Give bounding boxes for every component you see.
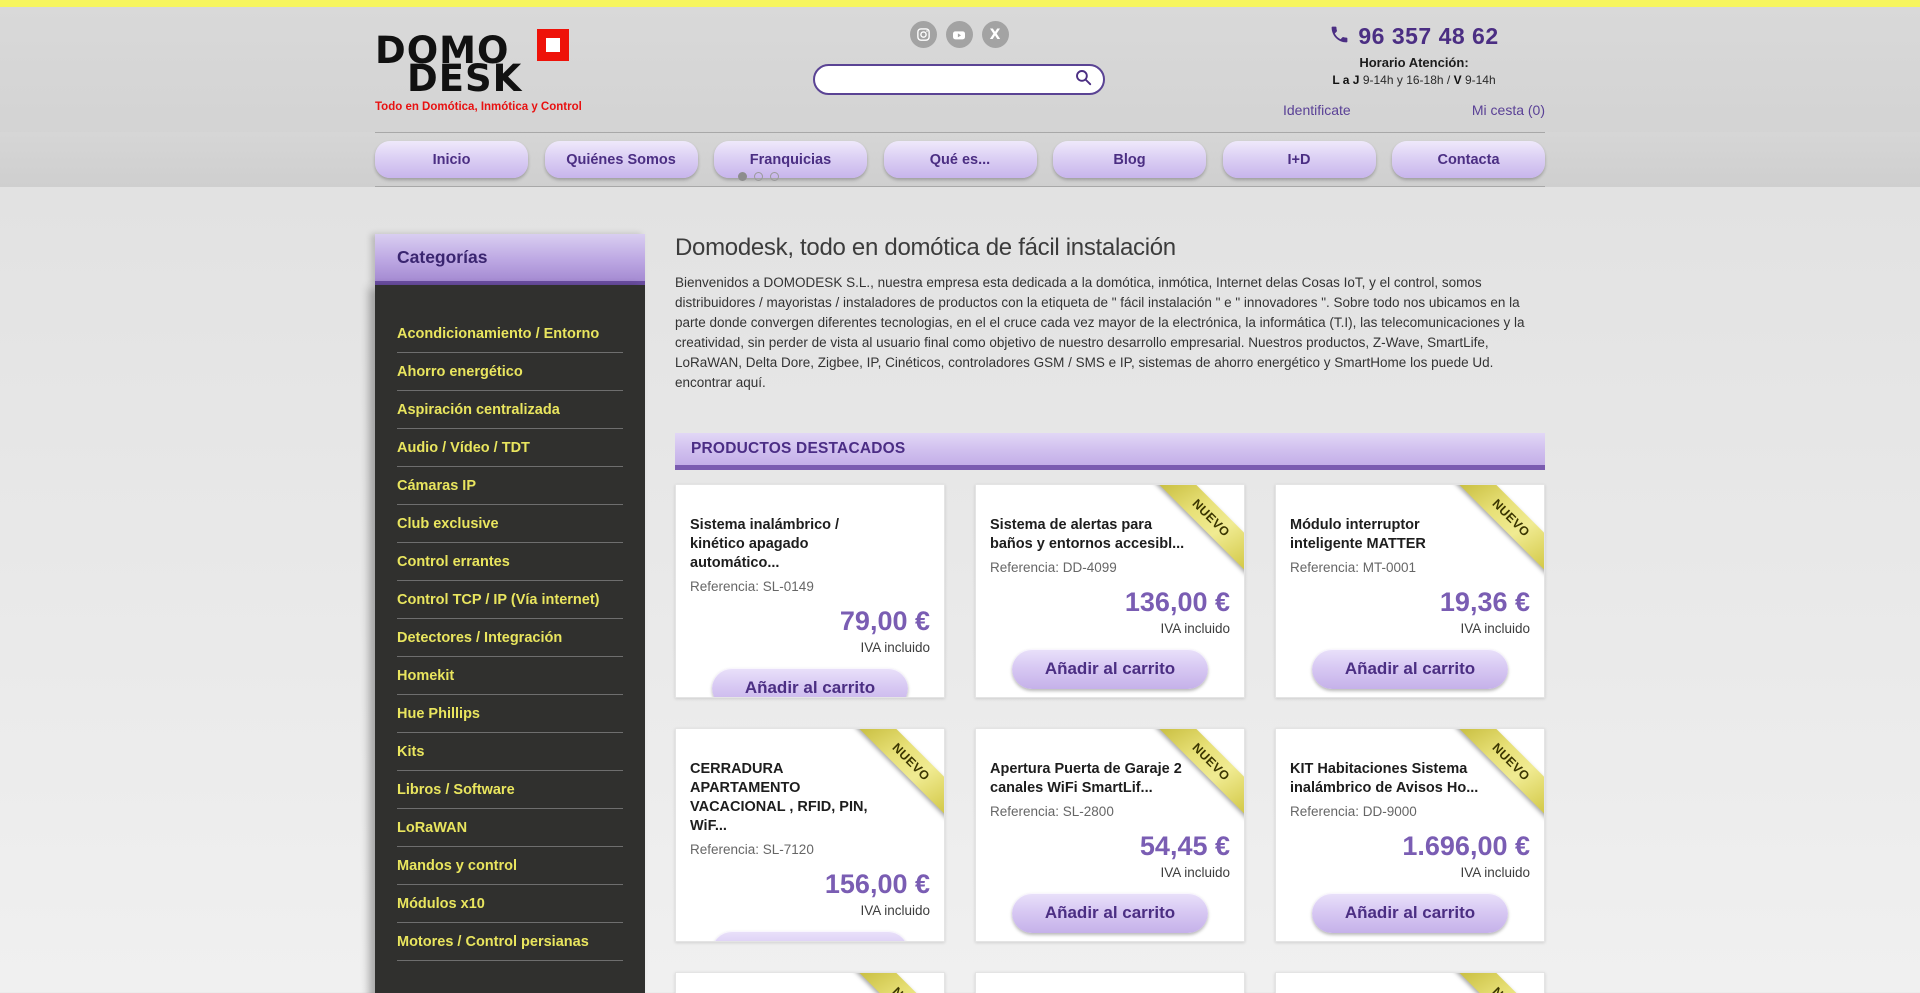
carousel-dot-2[interactable] (754, 172, 763, 181)
product-reference: Referencia: SL-2800 (990, 804, 1230, 819)
category-item[interactable]: Módulos x10 (397, 885, 623, 923)
add-to-cart-button[interactable]: Añadir al carrito (712, 668, 908, 698)
hours-label: Horario Atención: (1283, 55, 1545, 70)
add-to-cart-button[interactable]: Añadir al carrito (1012, 893, 1208, 933)
category-item[interactable]: Control errantes (397, 543, 623, 581)
main-navigation: Inicio Quiénes Somos Franquicias Qué es.… (0, 132, 1920, 187)
category-item[interactable]: Hue Phillips (397, 695, 623, 733)
nav-item-que-es[interactable]: Qué es... (884, 141, 1037, 178)
category-item[interactable]: Control TCP / IP (Vía internet) (397, 581, 623, 619)
x-icon[interactable]: X (982, 21, 1009, 48)
identify-link[interactable]: Identificate (1283, 102, 1351, 118)
nav-item-quienes-somos[interactable]: Quiénes Somos (545, 141, 698, 178)
top-accent-bar (0, 0, 1920, 7)
product-card: Sistema inalámbrico / kinético apagado a… (675, 484, 945, 698)
category-item[interactable]: Libros / Software (397, 771, 623, 809)
add-to-cart-button[interactable]: Añadir al carrito (1312, 893, 1508, 933)
product-card: NUEVO CERRADURA APARTAMENTO VACACIONAL ,… (675, 728, 945, 942)
add-to-cart-button[interactable]: Añadir al carrito (1012, 649, 1208, 689)
product-grid: Sistema inalámbrico / kinético apagado a… (675, 484, 1545, 993)
category-item[interactable]: Mandos y control (397, 847, 623, 885)
category-item[interactable]: Audio / Vídeo / TDT (397, 429, 623, 467)
phone-number: 96 357 48 62 (1358, 23, 1498, 50)
category-item[interactable]: Cámaras IP (397, 467, 623, 505)
product-title[interactable]: Sistema inalámbrico / kinético apagado a… (690, 516, 890, 573)
logo-tagline: Todo en Domótica, Inmótica y Control (375, 101, 635, 113)
nuevo-ribbon: NUEVO (1449, 972, 1545, 993)
youtube-icon[interactable] (946, 21, 973, 48)
nav-item-franquicias[interactable]: Franquicias (714, 141, 867, 178)
nav-item-contacta[interactable]: Contacta (1392, 141, 1545, 178)
page-title: Domodesk, todo en domótica de fácil inst… (675, 234, 1545, 262)
nav-item-inicio[interactable]: Inicio (375, 141, 528, 178)
carousel-dots (738, 172, 779, 181)
category-item[interactable]: Ahorro energético (397, 353, 623, 391)
cart-link[interactable]: Mi cesta (0) (1472, 102, 1545, 118)
add-to-cart-button[interactable]: Añadir al carrito (1312, 649, 1508, 689)
category-item[interactable]: Aspiración centralizada (397, 391, 623, 429)
phone-icon (1329, 24, 1350, 50)
product-reference: Referencia: MT-0001 (1290, 560, 1530, 575)
product-card: NUEVO Apertura Puerta de Garaje 2 canale… (975, 728, 1245, 942)
categories-header: Categorías (375, 234, 645, 285)
search-bar (813, 64, 1105, 95)
nav-item-id[interactable]: I+D (1223, 141, 1376, 178)
product-price: 54,45 € (990, 831, 1230, 862)
product-reference: Referencia: SL-0149 (690, 579, 930, 594)
product-price: 1.696,00 € (1290, 831, 1530, 862)
category-item[interactable]: Motores / Control persianas (397, 923, 623, 961)
product-card: NUEVO Módulo interruptor inteligente MAT… (1275, 484, 1545, 698)
add-to-cart-button[interactable]: Añadir al carrito (712, 931, 908, 942)
header: DOMO DESK Todo en Domótica, Inmótica y C… (0, 7, 1920, 187)
product-reference: Referencia: DD-9000 (1290, 804, 1530, 819)
vat-note: IVA incluido (690, 903, 930, 918)
product-reference: Referencia: DD-4099 (990, 560, 1230, 575)
social-links: X (910, 21, 1009, 48)
product-card (975, 972, 1245, 993)
phone-block: 96 357 48 62 (1283, 23, 1545, 50)
category-item[interactable]: Acondicionamiento / Entorno (397, 315, 623, 353)
product-title[interactable]: Módulo interruptor inteligente MATTER (1290, 516, 1490, 554)
categories-sidebar: Categorías Acondicionamiento / Entorno A… (375, 234, 645, 993)
category-item[interactable]: Detectores / Integración (397, 619, 623, 657)
product-price: 19,36 € (1290, 587, 1530, 618)
search-input[interactable] (829, 72, 1074, 87)
category-item[interactable]: LoRaWAN (397, 809, 623, 847)
category-item[interactable]: Homekit (397, 657, 623, 695)
product-price: 156,00 € (690, 869, 930, 900)
nuevo-ribbon: NUEVO (849, 972, 945, 993)
product-card: NUEVO (675, 972, 945, 993)
product-price: 79,00 € (690, 606, 930, 637)
product-price: 136,00 € (990, 587, 1230, 618)
instagram-icon[interactable] (910, 21, 937, 48)
hours-text: L a J 9-14h y 16-18h / V 9-14h (1283, 73, 1545, 87)
site-logo[interactable]: DOMO DESK Todo en Domótica, Inmótica y C… (375, 7, 635, 113)
product-card: NUEVO (1275, 972, 1545, 993)
logo-red-square-icon (537, 29, 569, 61)
page-content: Categorías Acondicionamiento / Entorno A… (0, 187, 1920, 992)
product-title[interactable]: Apertura Puerta de Garaje 2 canales WiFi… (990, 760, 1190, 798)
carousel-dot-3[interactable] (770, 172, 779, 181)
search-icon[interactable] (1074, 68, 1093, 92)
product-title[interactable]: KIT Habitaciones Sistema inalámbrico de … (1290, 760, 1490, 798)
nav-item-blog[interactable]: Blog (1053, 141, 1206, 178)
vat-note: IVA incluido (990, 621, 1230, 636)
product-card: NUEVO Sistema de alertas para baños y en… (975, 484, 1245, 698)
category-item[interactable]: Kits (397, 733, 623, 771)
product-reference: Referencia: SL-7120 (690, 842, 930, 857)
category-item[interactable]: Club exclusive (397, 505, 623, 543)
product-title[interactable]: CERRADURA APARTAMENTO VACACIONAL , RFID,… (690, 760, 890, 836)
featured-products-header: PRODUCTOS DESTACADOS (675, 433, 1545, 470)
product-title[interactable]: Sistema de alertas para baños y entornos… (990, 516, 1190, 554)
vat-note: IVA incluido (990, 865, 1230, 880)
logo-text-desk: DESK (407, 65, 635, 93)
vat-note: IVA incluido (1290, 865, 1530, 880)
product-card: NUEVO KIT Habitaciones Sistema inalámbri… (1275, 728, 1545, 942)
main-column: Domodesk, todo en domótica de fácil inst… (675, 234, 1545, 993)
carousel-dot-1[interactable] (738, 172, 747, 181)
vat-note: IVA incluido (690, 640, 930, 655)
categories-panel: Acondicionamiento / Entorno Ahorro energ… (375, 285, 645, 993)
intro-paragraph: Bienvenidos a DOMODESK S.L., nuestra emp… (675, 273, 1545, 393)
vat-note: IVA incluido (1290, 621, 1530, 636)
